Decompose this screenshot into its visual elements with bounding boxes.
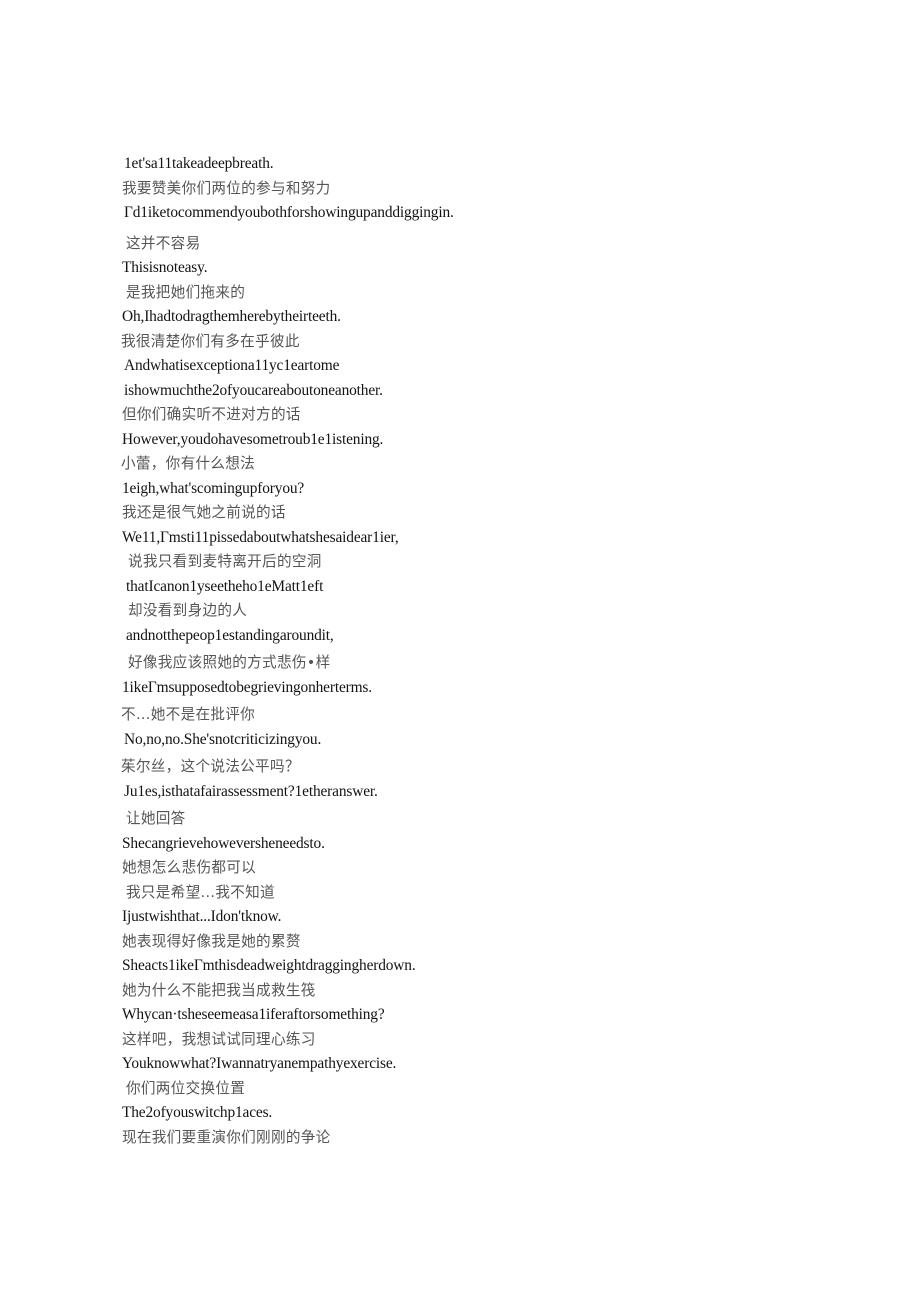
subtitle-line-english: Thisisnoteasy. bbox=[122, 259, 208, 276]
subtitle-line-chinese: 这并不容易 bbox=[126, 234, 201, 252]
subtitle-line-english: Sheacts1ikeΓmthisdeadweightdraggingherdo… bbox=[122, 957, 416, 974]
subtitle-line-chinese: 小蕾，你有什么想法 bbox=[121, 455, 256, 472]
subtitle-line-chinese: 让她回答 bbox=[126, 810, 186, 827]
document-page: 1et'sa11takeadeepbreath. 我要赞美你们两位的参与和努力 Γd… bbox=[0, 0, 920, 1301]
transcript-body: 1et'sa11takeadeepbreath. 我要赞美你们两位的参与和努力 Γd… bbox=[0, 152, 920, 1150]
subtitle-line-english: However,youdohavesometroub1e1istening. bbox=[122, 430, 384, 448]
subtitle-line-english: The2ofyouswitchp1aces. bbox=[122, 1104, 273, 1121]
subtitle-line-english: Whycan·tsheseemeasa1iferaftorsomething? bbox=[122, 1006, 385, 1023]
subtitle-line-english: We11,Γmsti11pissedaboutwhatshesaidear1ie… bbox=[122, 528, 399, 546]
subtitle-line-chinese: 好像我应该照她的方式悲伤•样 bbox=[128, 654, 331, 671]
subtitle-line-chinese: 她表现得好像我是她的累赘 bbox=[122, 932, 301, 950]
subtitle-line-english: Youknowwhat?Iwannatryanempathyexercise. bbox=[122, 1055, 397, 1072]
subtitle-line-chinese: 我只是希望…我不知道 bbox=[126, 883, 275, 901]
subtitle-line-chinese: 这样吧，我想试试同理心练习 bbox=[122, 1030, 316, 1048]
subtitle-line-chinese: 现在我们要重演你们刚刚的争论 bbox=[122, 1128, 331, 1146]
subtitle-line-chinese: 是我把她们拖来的 bbox=[126, 283, 246, 301]
subtitle-line-english: Shecangrievehoweversheneedsto. bbox=[122, 834, 325, 852]
subtitle-line-chinese: 你们两位交换位置 bbox=[126, 1079, 246, 1097]
subtitle-line-chinese: 但你们确实听不进对方的话 bbox=[122, 406, 301, 423]
subtitle-line-english: Oh,Ihadtodragthemherebytheirteeth. bbox=[122, 308, 341, 325]
subtitle-line-english: Ju1es,isthatafairassessment?1etheranswer… bbox=[124, 782, 378, 800]
subtitle-line-english: No,no,no.She'snotcriticizingyou. bbox=[124, 730, 322, 748]
subtitle-line-english: Andwhatisexceptiona11yc1eartome bbox=[124, 357, 340, 374]
subtitle-line-chinese: 我还是很气她之前说的话 bbox=[122, 504, 286, 521]
subtitle-line-chinese: 我很清楚你们有多在乎彼此 bbox=[121, 332, 300, 350]
subtitle-line-english: Ijustwishthat...Idon'tknow. bbox=[122, 908, 282, 925]
subtitle-line-chinese: 我要赞美你们两位的参与和努力 bbox=[122, 179, 331, 197]
subtitle-line-chinese: 说我只看到麦特离开后的空洞 bbox=[128, 553, 322, 570]
subtitle-line-chinese: 茱尔丝，这个说法公平吗？ bbox=[121, 758, 300, 775]
subtitle-line-english: 1ikeΓmsupposedtobegrievingonherterms. bbox=[122, 678, 372, 696]
subtitle-line-chinese: 她想怎么悲伤都可以 bbox=[122, 859, 257, 876]
subtitle-line-english: andnotthepeop1estandingaroundit, bbox=[126, 626, 334, 644]
subtitle-line-english: ishowmuchthe2ofyoucareaboutoneanother. bbox=[124, 381, 383, 399]
subtitle-line-english: 1et'sa11takeadeepbreath. bbox=[124, 155, 274, 172]
subtitle-line-english: thatIcanon1yseetheho1eMatt1eft bbox=[126, 577, 324, 595]
subtitle-line-chinese: 不…她不是在批评你 bbox=[121, 706, 256, 723]
subtitle-line-english: 1eigh,what'scomingupforyou? bbox=[122, 479, 305, 497]
subtitle-line-chinese: 却没看到身边的人 bbox=[128, 602, 248, 619]
subtitle-line-chinese: 她为什么不能把我当成救生筏 bbox=[122, 981, 316, 999]
subtitle-line-english: Γd1iketocommendyoubothforshowingupanddig… bbox=[124, 204, 454, 221]
